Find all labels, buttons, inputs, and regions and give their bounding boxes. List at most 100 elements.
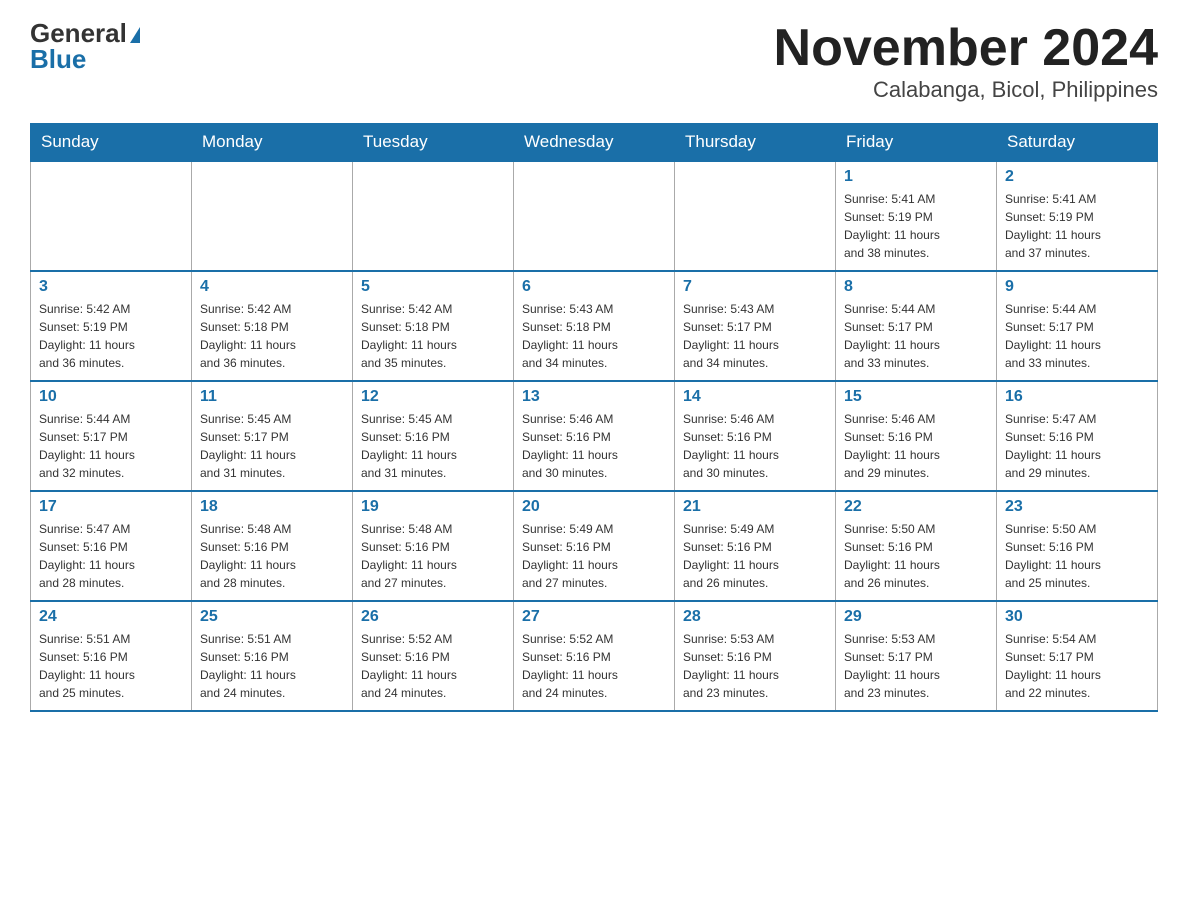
day-number: 14: [683, 388, 827, 406]
day-info-line: Sunset: 5:16 PM: [683, 538, 827, 556]
day-info-line: Sunrise: 5:53 AM: [844, 630, 988, 648]
day-info-line: and 37 minutes.: [1005, 244, 1149, 262]
day-info-line: Daylight: 11 hours: [844, 446, 988, 464]
day-info-line: Sunrise: 5:42 AM: [361, 300, 505, 318]
day-info-line: Sunrise: 5:49 AM: [522, 520, 666, 538]
day-info-line: Daylight: 11 hours: [1005, 666, 1149, 684]
day-info-line: Sunset: 5:17 PM: [200, 428, 344, 446]
day-info-line: Sunrise: 5:42 AM: [39, 300, 183, 318]
day-info-line: and 28 minutes.: [39, 574, 183, 592]
day-info-line: Daylight: 11 hours: [200, 556, 344, 574]
day-info-line: Sunrise: 5:52 AM: [522, 630, 666, 648]
calendar-cell: 28Sunrise: 5:53 AMSunset: 5:16 PMDayligh…: [675, 601, 836, 711]
day-info-line: Sunset: 5:16 PM: [683, 428, 827, 446]
calendar-cell: [514, 161, 675, 271]
header-wednesday: Wednesday: [514, 124, 675, 162]
day-number: 23: [1005, 498, 1149, 516]
day-number: 12: [361, 388, 505, 406]
day-info-line: Sunset: 5:17 PM: [1005, 648, 1149, 666]
day-number: 27: [522, 608, 666, 626]
calendar-cell: 11Sunrise: 5:45 AMSunset: 5:17 PMDayligh…: [192, 381, 353, 491]
day-number: 30: [1005, 608, 1149, 626]
calendar-cell: 2Sunrise: 5:41 AMSunset: 5:19 PMDaylight…: [997, 161, 1158, 271]
calendar-week-4: 17Sunrise: 5:47 AMSunset: 5:16 PMDayligh…: [31, 491, 1158, 601]
calendar-cell: 9Sunrise: 5:44 AMSunset: 5:17 PMDaylight…: [997, 271, 1158, 381]
day-info-line: Daylight: 11 hours: [683, 446, 827, 464]
day-info-line: Sunset: 5:18 PM: [200, 318, 344, 336]
day-number: 7: [683, 278, 827, 296]
day-info-line: Sunrise: 5:44 AM: [39, 410, 183, 428]
day-info-line: Sunrise: 5:44 AM: [844, 300, 988, 318]
day-info-line: and 29 minutes.: [1005, 464, 1149, 482]
header-saturday: Saturday: [997, 124, 1158, 162]
day-info-line: and 31 minutes.: [361, 464, 505, 482]
calendar-cell: 24Sunrise: 5:51 AMSunset: 5:16 PMDayligh…: [31, 601, 192, 711]
calendar-cell: 14 Sunrise: 5:46 AMSunset: 5:16 PMDayligh…: [675, 381, 836, 491]
day-number: 18: [200, 498, 344, 516]
day-info-line: Sunset: 5:16 PM: [200, 648, 344, 666]
calendar-cell: 27Sunrise: 5:52 AMSunset: 5:16 PMDayligh…: [514, 601, 675, 711]
day-info-line: Sunrise: 5:54 AM: [1005, 630, 1149, 648]
day-info-line: Daylight: 11 hours: [39, 666, 183, 684]
calendar-cell: 5Sunrise: 5:42 AMSunset: 5:18 PMDaylight…: [353, 271, 514, 381]
day-info-line: Sunset: 5:16 PM: [361, 538, 505, 556]
calendar-week-2: 3Sunrise: 5:42 AMSunset: 5:19 PMDaylight…: [31, 271, 1158, 381]
title-area: November 2024 Calabanga, Bicol, Philippi…: [774, 20, 1158, 103]
day-info-line: Sunset: 5:19 PM: [1005, 208, 1149, 226]
calendar-week-5: 24Sunrise: 5:51 AMSunset: 5:16 PMDayligh…: [31, 601, 1158, 711]
day-info-line: Sunset: 5:16 PM: [522, 648, 666, 666]
day-info-line: Sunset: 5:16 PM: [361, 648, 505, 666]
calendar-cell: 17Sunrise: 5:47 AMSunset: 5:16 PMDayligh…: [31, 491, 192, 601]
day-info-line: Sunset: 5:17 PM: [39, 428, 183, 446]
day-info-line: Sunset: 5:18 PM: [361, 318, 505, 336]
day-info-line: Sunset: 5:17 PM: [1005, 318, 1149, 336]
day-info-line: Sunset: 5:19 PM: [39, 318, 183, 336]
calendar-cell: 12Sunrise: 5:45 AMSunset: 5:16 PMDayligh…: [353, 381, 514, 491]
day-info-line: Sunset: 5:16 PM: [1005, 428, 1149, 446]
day-info-line: and 27 minutes.: [361, 574, 505, 592]
day-info-line: Daylight: 11 hours: [39, 336, 183, 354]
calendar-cell: 16Sunrise: 5:47 AMSunset: 5:16 PMDayligh…: [997, 381, 1158, 491]
day-info-line: Sunset: 5:16 PM: [200, 538, 344, 556]
calendar-cell: 6Sunrise: 5:43 AMSunset: 5:18 PMDaylight…: [514, 271, 675, 381]
calendar-week-3: 10Sunrise: 5:44 AMSunset: 5:17 PMDayligh…: [31, 381, 1158, 491]
day-info-line: and 38 minutes.: [844, 244, 988, 262]
month-title: November 2024: [774, 20, 1158, 77]
calendar-cell: 15Sunrise: 5:46 AMSunset: 5:16 PMDayligh…: [836, 381, 997, 491]
day-info-line: Daylight: 11 hours: [844, 226, 988, 244]
day-info-line: and 26 minutes.: [844, 574, 988, 592]
day-info-line: Sunrise: 5:47 AM: [1005, 410, 1149, 428]
day-number: 24: [39, 608, 183, 626]
calendar-cell: 22Sunrise: 5:50 AMSunset: 5:16 PMDayligh…: [836, 491, 997, 601]
day-info-line: Sunrise: 5:45 AM: [361, 410, 505, 428]
calendar-cell: 20Sunrise: 5:49 AMSunset: 5:16 PMDayligh…: [514, 491, 675, 601]
calendar-cell: 3Sunrise: 5:42 AMSunset: 5:19 PMDaylight…: [31, 271, 192, 381]
day-number: 5: [361, 278, 505, 296]
day-info-line: and 26 minutes.: [683, 574, 827, 592]
day-info-line: Sunrise: 5:41 AM: [1005, 190, 1149, 208]
day-info-line: Sunset: 5:16 PM: [844, 538, 988, 556]
day-info-line: Sunrise: 5:46 AM: [683, 410, 827, 428]
day-number: 15: [844, 388, 988, 406]
day-info-line: and 34 minutes.: [683, 354, 827, 372]
calendar-cell: 26Sunrise: 5:52 AMSunset: 5:16 PMDayligh…: [353, 601, 514, 711]
day-info-line: Sunset: 5:19 PM: [844, 208, 988, 226]
day-info-line: Sunrise: 5:50 AM: [1005, 520, 1149, 538]
day-info-line: Sunrise: 5:51 AM: [200, 630, 344, 648]
day-number: 29: [844, 608, 988, 626]
calendar-cell: 19Sunrise: 5:48 AMSunset: 5:16 PMDayligh…: [353, 491, 514, 601]
calendar-cell: 13Sunrise: 5:46 AMSunset: 5:16 PMDayligh…: [514, 381, 675, 491]
day-number: 1: [844, 168, 988, 186]
day-number: 25: [200, 608, 344, 626]
calendar-cell: [192, 161, 353, 271]
day-info-line: Daylight: 11 hours: [522, 556, 666, 574]
day-info-line: Daylight: 11 hours: [522, 446, 666, 464]
day-info-line: and 32 minutes.: [39, 464, 183, 482]
day-number: 2: [1005, 168, 1149, 186]
day-info-line: Daylight: 11 hours: [200, 446, 344, 464]
calendar-cell: [31, 161, 192, 271]
day-number: 20: [522, 498, 666, 516]
day-info-line: Sunrise: 5:48 AM: [200, 520, 344, 538]
calendar-cell: 18 Sunrise: 5:48 AMSunset: 5:16 PMDayligh…: [192, 491, 353, 601]
day-info-line: and 31 minutes.: [200, 464, 344, 482]
